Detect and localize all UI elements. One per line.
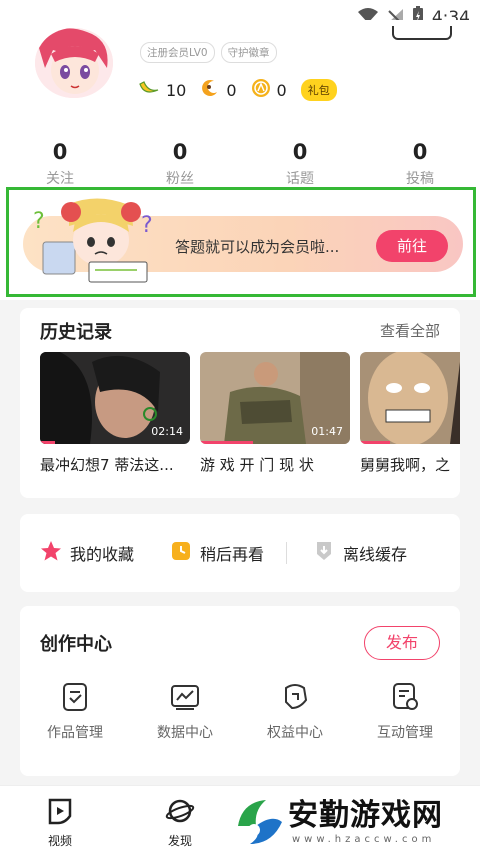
video-tab-icon: [45, 798, 75, 830]
favorites-button[interactable]: 我的收藏: [40, 540, 134, 566]
tool-label: 数据中心: [157, 725, 213, 741]
stat-fans[interactable]: 0 粉丝: [120, 140, 240, 188]
rights-center-button[interactable]: 权益中心: [240, 682, 350, 742]
video-duration: 02:14: [151, 425, 183, 438]
quick-actions-card: 我的收藏 稍后再看 离线缓存: [20, 514, 460, 592]
moon-count: 0: [226, 80, 237, 100]
stat-posts[interactable]: 0 投稿: [360, 140, 480, 188]
publish-button[interactable]: 发布: [364, 626, 440, 660]
planet-tab-icon: [165, 799, 195, 830]
video-duration: 01:47: [311, 425, 343, 438]
banana-count: 10: [166, 80, 187, 100]
video-thumbnail: 02:14: [40, 352, 190, 444]
stat-label: 话题: [286, 171, 314, 187]
interaction-icon: [350, 682, 460, 712]
edit-profile-button[interactable]: [392, 26, 452, 40]
favorites-label: 我的收藏: [70, 545, 135, 564]
watermark-url: www.hzaccw.com: [292, 834, 436, 845]
stat-value: 0: [292, 140, 308, 164]
history-list: 02:14 最冲幻想7 蒂法这... 01:47 游 戏 开 门 现 状 舅舅我…: [40, 352, 460, 475]
promo-text: 答题就可以成为会员啦...: [175, 238, 340, 256]
history-item[interactable]: 02:14 最冲幻想7 蒂法这...: [40, 352, 190, 475]
watch-progress: [200, 441, 253, 444]
video-title: 舅舅我啊，之: [360, 456, 451, 474]
mascot-illustration: ? ?: [29, 198, 169, 284]
watch-later-label: 稍后再看: [200, 545, 265, 564]
video-title: 最冲幻想7 蒂法这...: [40, 456, 174, 474]
guardian-badge: 守护徽章: [220, 42, 277, 63]
offline-cache-label: 离线缓存: [343, 545, 408, 564]
chart-icon: [130, 682, 240, 712]
clock-icon: [170, 540, 192, 566]
watermark: 安勤游戏网 www.hzaccw.com: [232, 790, 480, 853]
watch-later-button[interactable]: 稍后再看: [170, 540, 264, 566]
promo-go-button[interactable]: 前往: [376, 230, 448, 262]
moon-cake-icon: [200, 78, 220, 102]
works-icon: [20, 682, 130, 712]
watermark-logo-icon: [232, 796, 284, 852]
watch-progress: [40, 441, 55, 444]
history-item[interactable]: 舅舅我啊，之: [360, 352, 460, 475]
offline-cache-button[interactable]: 离线缓存: [313, 540, 407, 566]
stat-label: 关注: [46, 171, 74, 187]
tab-label: 视频: [47, 834, 72, 848]
gift-pack-button[interactable]: 礼包: [300, 79, 337, 101]
stat-label: 投稿: [406, 171, 434, 187]
stat-value: 0: [52, 140, 68, 164]
svg-text:?: ?: [141, 213, 153, 238]
creation-tools: 作品管理 数据中心 权益中心 互动管理: [20, 682, 460, 742]
tool-label: 作品管理: [47, 725, 103, 741]
tab-discover[interactable]: 发现: [150, 796, 210, 849]
video-thumbnail: [360, 352, 460, 444]
stat-following[interactable]: 0 关注: [0, 140, 120, 188]
rights-icon: [240, 682, 350, 712]
stat-value: 0: [412, 140, 428, 164]
stat-label: 粉丝: [166, 171, 194, 187]
video-title: 游 戏 开 门 现 状: [200, 456, 314, 474]
profile-stats: 0 关注 0 粉丝 0 话题 0 投稿: [0, 140, 480, 188]
interaction-management-button[interactable]: 互动管理: [350, 682, 460, 742]
watch-progress: [360, 441, 390, 444]
promo-banner[interactable]: ? ? 答题就可以成为会员啦... 前往: [6, 187, 476, 297]
avatar[interactable]: [35, 28, 113, 98]
divider: [286, 542, 288, 564]
data-center-button[interactable]: 数据中心: [130, 682, 240, 742]
creation-center-card: 创作中心 发布 作品管理 数据中心 权益中心 互动管理: [20, 606, 460, 776]
member-level-badge: 注册会员LV0: [140, 42, 215, 63]
wallet: 10 0 0 礼包: [138, 78, 337, 102]
works-management-button[interactable]: 作品管理: [20, 682, 130, 742]
watermark-title: 安勤游戏网: [288, 798, 443, 833]
tool-label: 互动管理: [377, 725, 433, 741]
stat-value: 0: [172, 140, 188, 164]
creation-center-title: 创作中心: [40, 634, 112, 655]
history-item[interactable]: 01:47 游 戏 开 门 现 状: [200, 352, 350, 475]
history-view-all-link[interactable]: 查看全部: [380, 320, 440, 341]
coin-count: 0: [276, 80, 287, 100]
tool-label: 权益中心: [267, 725, 323, 741]
coin-icon: [251, 78, 271, 102]
banana-icon: [138, 78, 160, 102]
history-card: 历史记录 查看全部 02:14 最冲幻想7 蒂法这... 01:47 游 戏 开…: [20, 308, 460, 498]
video-thumbnail: 01:47: [200, 352, 350, 444]
history-title: 历史记录: [40, 322, 112, 343]
tab-video[interactable]: 视频: [30, 796, 90, 849]
stat-topics[interactable]: 0 话题: [240, 140, 360, 188]
tab-label: 发现: [167, 834, 192, 848]
svg-text:?: ?: [33, 209, 45, 234]
star-icon: [40, 540, 62, 566]
download-icon: [313, 540, 335, 566]
